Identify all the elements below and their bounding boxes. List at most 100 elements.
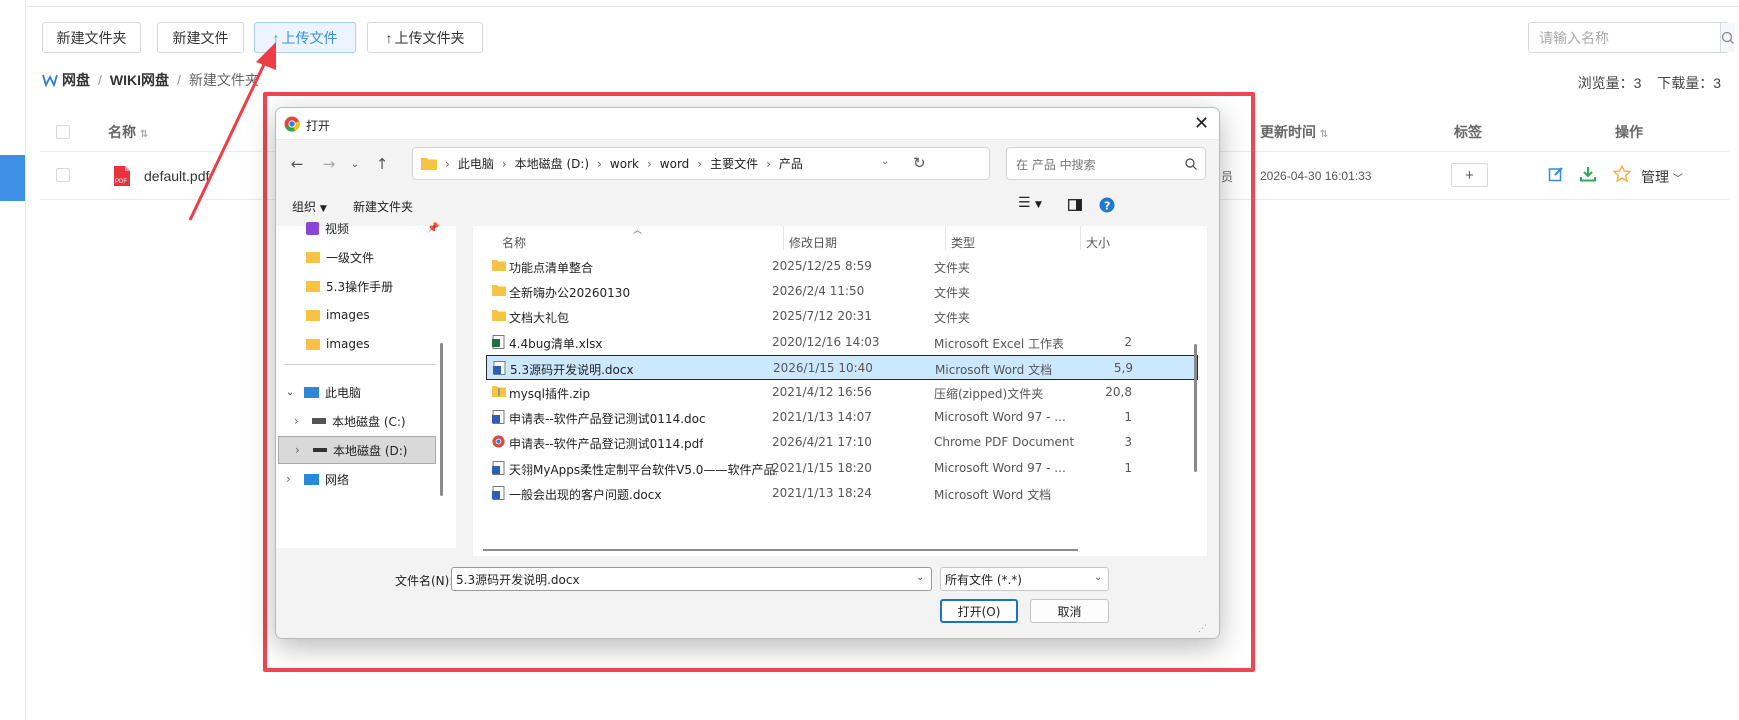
update-time-column-header[interactable]: 更新时间 ⇅ [1260,122,1328,142]
nav-item-label: images [326,308,370,322]
preview-pane-icon[interactable] [1068,199,1082,211]
nav-item-drive-d[interactable]: › 本地磁盘 (D:) [278,436,436,464]
search-icon [1721,31,1734,44]
manage-dropdown[interactable]: 管理 ﹀ [1641,167,1683,187]
side-accent [0,155,25,201]
new-folder-button[interactable]: 新建文件夹 [42,22,141,53]
chevron-right-icon: › [766,156,771,171]
column-header-size[interactable]: 大小 [1086,234,1110,254]
dialog-search-box[interactable]: 在 产品 中搜索 [1006,147,1206,180]
dialog-new-folder-button[interactable]: 新建文件夹 [353,198,413,215]
nav-item[interactable]: images [306,301,484,329]
file-row[interactable]: 4.4bug清单.xlsx 2020/12/16 14:03 Microsoft E… [486,330,1198,355]
nav-pane-scrollbar[interactable] [440,343,443,496]
breadcrumb-item-wiki[interactable]: WIKI网盘 [110,70,169,90]
address-crumb[interactable]: 此电脑 [458,155,494,172]
nav-item-drive-c[interactable]: › 本地磁盘 (C:) [294,407,472,435]
column-header-type[interactable]: 类型 [951,234,975,254]
nav-item-this-pc[interactable]: ⌄ 此电脑 [286,378,464,406]
organize-menu[interactable]: 组织 ▼ [292,198,327,215]
breadcrumb-sep: / [98,72,102,88]
address-bar[interactable]: › 此电脑 › 本地磁盘 (D:) › work › word › 主要文件 › 产品 ⌄… [412,147,990,180]
nav-item[interactable]: 一级文件 [306,243,484,271]
file-type-value: 所有文件 (*.*) [945,572,1022,587]
folder-icon [492,284,506,297]
nav-item-network[interactable]: › 网络 [286,465,464,493]
drive-icon [312,418,326,424]
file-size: 5,9 [1113,360,1133,375]
file-name: mysql插件.zip [509,387,591,401]
chrome-icon [284,116,300,132]
horizontal-scrollbar[interactable] [483,549,1078,551]
column-header-modified[interactable]: 修改日期 [789,234,837,254]
wiki-logo-icon [42,74,58,87]
edit-icon[interactable] [1548,166,1564,182]
address-crumb[interactable]: work [610,157,639,171]
sort-up-icon: ︿ [633,226,643,236]
file-row[interactable]: 5.3源码开发说明.docx 2026/1/15 10:40 Microsoft W… [486,354,1198,380]
file-type: Microsoft Word 97 - ... [934,410,1066,425]
filename-input[interactable]: 5.3源码开发说明.docx ⌄ [451,567,932,591]
folder-icon [306,309,320,321]
expand-chevron-icon: ⌄ [286,386,295,398]
forward-arrow-icon[interactable]: → [318,153,340,175]
view-options-icon[interactable]: ☰ ▼ [1018,195,1042,211]
name-column-header[interactable]: 名称 ⇅ [108,122,148,142]
name-header-label: 名称 [108,124,136,140]
file-row[interactable]: 功能点清单整合 2025/12/25 8:59 文件夹 [486,254,1198,279]
back-arrow-icon[interactable]: ← [286,153,308,175]
address-crumb[interactable]: 产品 [779,155,803,172]
search-input[interactable] [1529,23,1720,52]
file-type: Microsoft Excel 工作表 [934,336,1065,351]
file-type: 文件夹 [934,261,971,275]
file-row[interactable]: 申请表--软件产品登记测试0114.doc 2021/1/13 14:07 Micr… [486,405,1198,430]
nav-item[interactable]: images [306,330,484,358]
close-icon[interactable]: ✕ [1194,113,1209,134]
help-icon[interactable]: ? [1099,197,1115,213]
video-icon [306,221,319,235]
dialog-title: 打开 [306,119,331,133]
search-button[interactable] [1720,23,1735,52]
refresh-icon[interactable]: ↻ [913,154,926,172]
file-name: 功能点清单整合 [509,261,594,275]
column-header-name[interactable]: 名称 [502,234,526,254]
folder-icon [492,259,506,272]
pin-icon: 📌 [427,222,440,234]
side-divider [25,0,26,720]
address-crumb[interactable]: 本地磁盘 (D:) [515,155,589,172]
file-row[interactable]: 文档大礼包 2025/7/12 20:31 文件夹 [486,304,1198,329]
file-modified: 2021/4/12 16:56 [772,385,872,399]
address-crumb[interactable]: 主要文件 [710,155,758,172]
cancel-button[interactable]: 取消 [1030,599,1109,623]
file-row[interactable]: 天翎MyApps柔性定制平台软件V5.0——软件产品测... 2021/1/15 … [486,456,1198,481]
file-row[interactable]: 一般会出现的客户问题.docx 2021/1/13 18:24 Microsoft … [486,481,1198,506]
file-type: 压缩(zipped)文件夹 [934,387,1044,401]
up-arrow-icon[interactable]: ↑ [371,153,393,175]
recent-dropdown-icon[interactable]: ⌄ [344,153,366,175]
file-modified: 2025/12/25 8:59 [772,259,872,273]
nav-divider [284,364,436,365]
breadcrumb-item-netdisk[interactable]: 网盘 [62,70,90,90]
add-tag-button[interactable]: + [1451,163,1488,187]
download-icon[interactable] [1580,166,1596,182]
address-crumb[interactable]: word [660,157,690,171]
sort-icon: ⇅ [1319,129,1329,140]
select-all-checkbox[interactable] [56,125,70,139]
row-checkbox[interactable] [56,168,70,182]
open-button[interactable]: 打开(O) [940,599,1018,623]
file-row[interactable]: 申请表--软件产品登记测试0114.pdf 2026/4/21 17:10 Chro… [486,430,1198,455]
nav-item[interactable]: 5.3操作手册 [306,272,484,300]
pdf-file-icon: PDF [114,166,130,186]
dialog-search-placeholder: 在 产品 中搜索 [1016,158,1096,172]
file-row[interactable]: 全新嗨办公20260130 2026/2/4 11:50 文件夹 [486,279,1198,304]
resize-grip-icon[interactable]: ⋰ [1198,624,1207,634]
address-dropdown-icon[interactable]: ⌄ [881,156,889,167]
file-type-select[interactable]: 所有文件 (*.*) ⌄ [940,567,1109,591]
file-list-scrollbar[interactable] [1194,344,1197,472]
row-update-time: 2026-04-30 16:01:33 [1260,169,1372,183]
star-icon[interactable] [1613,165,1631,182]
nav-item[interactable]: 视频 📌 [306,214,484,242]
upload-folder-button[interactable]: ↑ 上传文件夹 [367,22,483,53]
chevron-down-icon[interactable]: ⌄ [916,572,924,583]
file-row[interactable]: mysql插件.zip 2021/4/12 16:56 压缩(zipped)文件夹 2… [486,380,1198,405]
